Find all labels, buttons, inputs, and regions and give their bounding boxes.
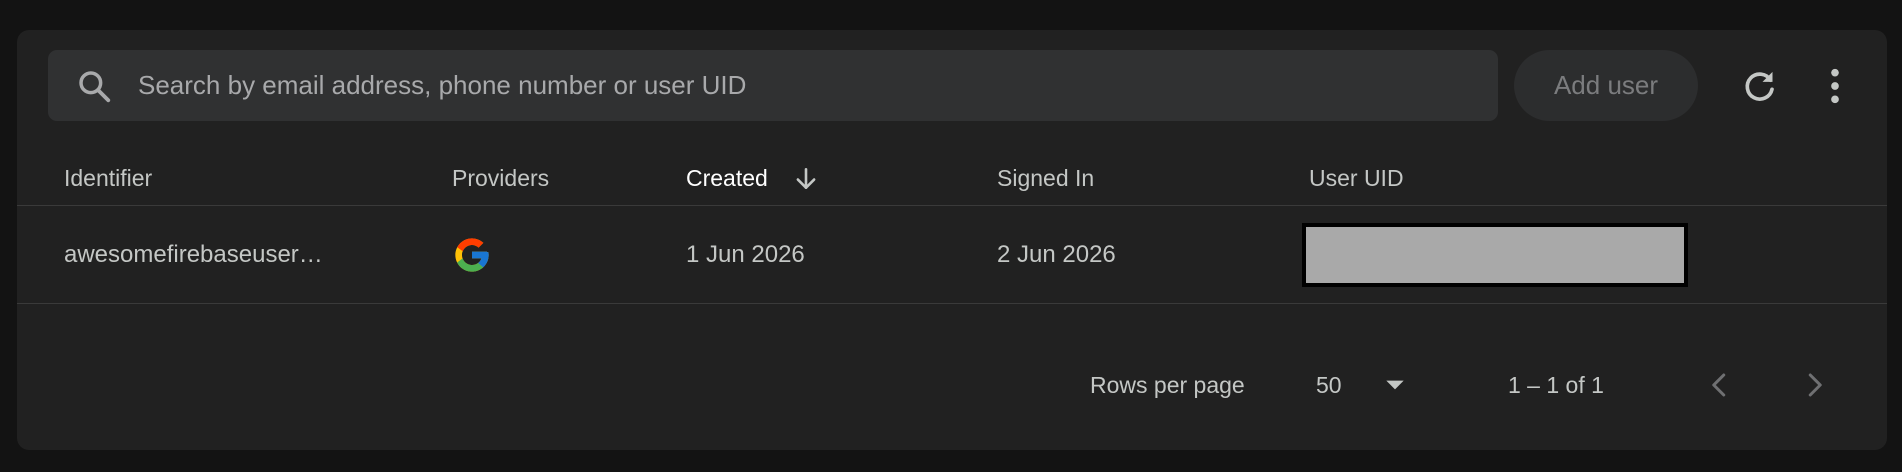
table-row[interactable]: awesomefirebaseuser… 1 Jun 2026 2 Jun 20…	[17, 206, 1887, 304]
rows-per-page-label: Rows per page	[1090, 372, 1245, 398]
chevron-right-icon[interactable]	[1799, 370, 1829, 400]
cell-identifier: awesomefirebaseuser…	[64, 241, 323, 268]
chevron-left-icon[interactable]	[1705, 370, 1735, 400]
search-input[interactable]	[136, 50, 1476, 121]
dropdown-arrow-icon[interactable]	[1382, 372, 1408, 398]
cell-created: 1 Jun 2026	[686, 241, 805, 268]
search-box[interactable]	[48, 50, 1498, 121]
search-icon	[79, 71, 111, 103]
column-header-providers[interactable]: Providers	[452, 150, 549, 206]
cell-signed-in: 2 Jun 2026	[997, 241, 1116, 268]
table-header: Identifier Providers Created Signed In U…	[17, 150, 1887, 206]
cell-user-uid-redacted	[1302, 223, 1688, 287]
page-range-label: 1 – 1 of 1	[1508, 372, 1604, 398]
column-header-signed-in[interactable]: Signed In	[997, 150, 1094, 206]
users-table-card: Add user Identifier Providers Created Si…	[17, 30, 1887, 450]
arrow-down-icon[interactable]	[793, 166, 819, 192]
column-header-identifier[interactable]: Identifier	[64, 150, 152, 206]
add-user-button[interactable]: Add user	[1514, 50, 1698, 121]
rows-per-page-select[interactable]: 50	[1316, 360, 1342, 410]
column-header-user-uid[interactable]: User UID	[1309, 150, 1404, 206]
google-icon	[455, 238, 489, 272]
refresh-icon[interactable]	[1740, 66, 1780, 106]
more-vert-icon[interactable]	[1825, 66, 1845, 106]
column-header-created[interactable]: Created	[686, 150, 768, 206]
